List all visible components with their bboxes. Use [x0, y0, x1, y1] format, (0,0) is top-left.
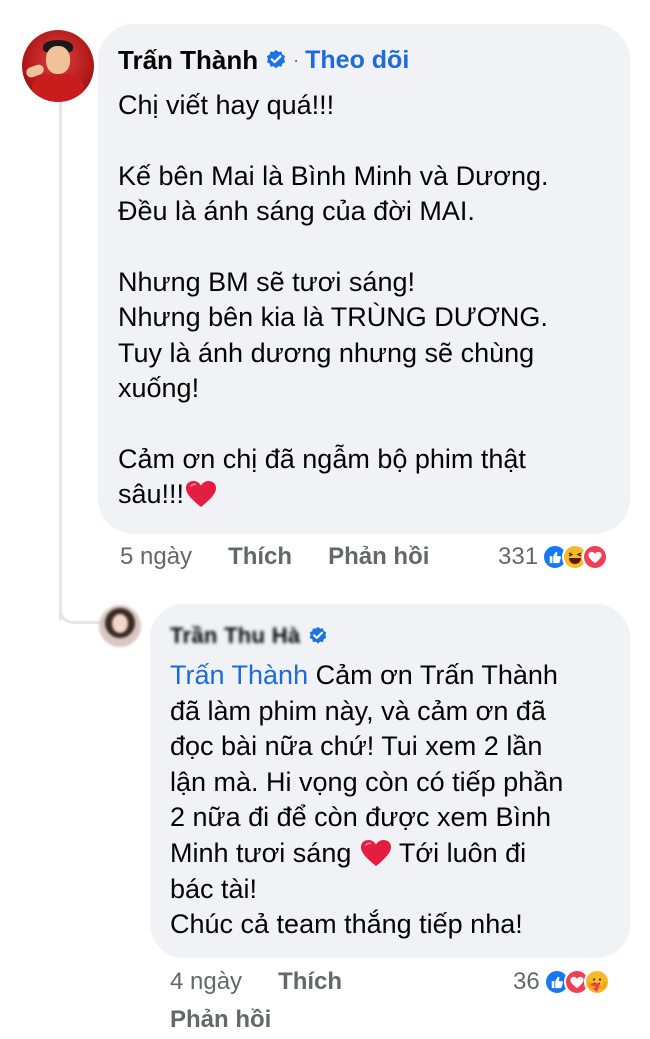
reply-line: Minh tươi sáng Tới luôn đi [170, 836, 608, 872]
comment-line [118, 407, 608, 442]
reply-line: đã làm phim này, và cảm ơn đã [170, 695, 546, 726]
comment-line: Nhưng BM sẽ tươi sáng! [118, 267, 415, 297]
reply-author[interactable]: Trần Thu Hà [170, 623, 300, 649]
reply-line-text: Cảm ơn Trấn Thành [308, 660, 558, 690]
reply-line: lận mà. Hi vọng còn có tiếp phần [170, 766, 564, 797]
avatar[interactable] [22, 30, 94, 102]
comment-line: sâu!!! [118, 479, 185, 510]
comment-line-last: sâu!!! [118, 477, 608, 512]
reaction-icons [542, 544, 609, 570]
care-icon [583, 969, 610, 995]
reply-line: bác tài! [170, 873, 258, 904]
like-button[interactable]: Thích [278, 968, 342, 996]
reply-avatar[interactable] [99, 605, 141, 647]
comment-text: Chị viết hay quá!!! Kế bên Mai là Bình M… [118, 88, 608, 513]
avatar-face [112, 614, 128, 633]
comment-actions: 5 ngày Thích Phản hồi [120, 543, 429, 571]
like-button[interactable]: Thích [228, 543, 292, 571]
comment-bubble: Trấn Thành · Theo dõi Chị viết hay quá!!… [98, 24, 630, 534]
comment-line [118, 123, 608, 158]
reply-line-text: Minh tươi sáng [170, 837, 359, 868]
love-icon [582, 544, 609, 570]
comment-timestamp[interactable]: 5 ngày [120, 543, 192, 571]
reply-line-text: Tới luôn đi [391, 837, 527, 868]
reaction-summary[interactable]: 36 [513, 968, 610, 996]
comment-line: Đều là ánh sáng của đời MAI. [118, 196, 475, 227]
verified-badge-icon [266, 49, 286, 69]
reply-line: 2 nữa đi để còn được xem Bình [170, 802, 552, 833]
separator-dot: · [293, 49, 300, 70]
reaction-count: 36 [513, 968, 540, 995]
reply-line: Chúc cả team thắng tiếp nha! [170, 909, 523, 940]
reply-text: Trấn Thành Cảm ơn Trấn Thành đã làm phim… [170, 658, 608, 943]
reaction-summary[interactable]: 331 [498, 543, 609, 571]
comment-line [118, 230, 608, 265]
reply-actions: 4 ngày Thích [170, 968, 342, 996]
thread-line [59, 98, 62, 620]
comment-author[interactable]: Trấn Thành [118, 45, 258, 76]
heart-emoji-icon [186, 481, 217, 508]
comment-line: xuống! [118, 373, 200, 404]
reply-button[interactable]: Phản hồi [328, 543, 429, 571]
comment-line: Tuy là ánh dương nhưng sẽ chùng [118, 337, 535, 368]
reply-bubble: Trần Thu Hà Trấn Thành Cảm ơn Trấn Thành… [150, 604, 630, 958]
comment-line: Kế bên Mai là Bình Minh và Dương. [118, 160, 549, 191]
avatar-body [32, 74, 84, 102]
comment-header: Trấn Thành · Theo dõi [118, 42, 608, 78]
heart-emoji-icon [360, 839, 391, 866]
verified-badge-icon [310, 626, 327, 644]
avatar-face [46, 46, 70, 74]
reaction-icons [543, 969, 610, 995]
mention-link[interactable]: Trấn Thành [170, 660, 308, 690]
reaction-count: 331 [498, 543, 539, 570]
comment-line: Chị viết hay quá!!! [118, 90, 335, 120]
reply-actions-second-row: Phản hồi [170, 1006, 271, 1034]
reply-button[interactable]: Phản hồi [170, 1006, 271, 1034]
follow-link[interactable]: Theo dõi [305, 46, 409, 75]
thread-branch-connector [59, 596, 103, 624]
reply-header: Trần Thu Hà [170, 618, 608, 654]
comment-line: Nhưng bên kia là TRÙNG DƯƠNG. [118, 302, 548, 333]
comment-line: Cảm ơn chị đã ngẫm bộ phim thật [118, 444, 526, 475]
reply-line: đọc bài nữa chứ! Tui xem 2 lần [170, 731, 543, 762]
reply-line: Trấn Thành Cảm ơn Trấn Thành [170, 658, 608, 694]
reply-timestamp[interactable]: 4 ngày [170, 968, 242, 996]
